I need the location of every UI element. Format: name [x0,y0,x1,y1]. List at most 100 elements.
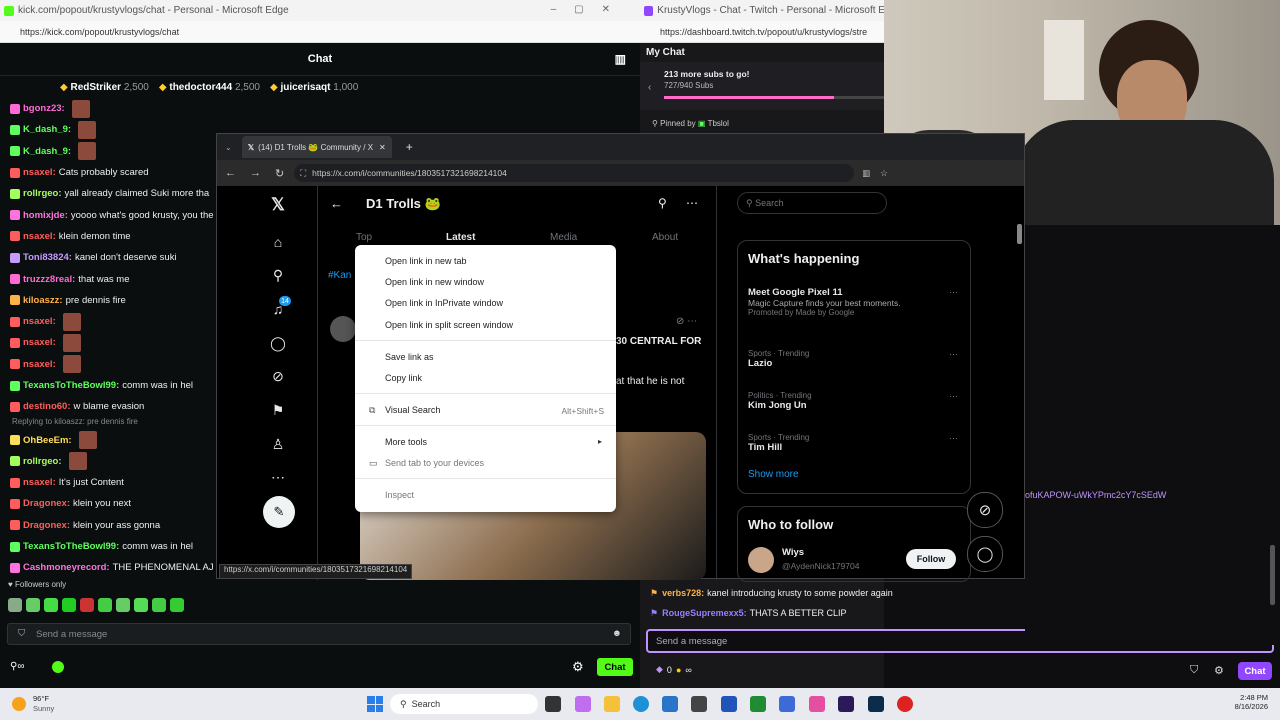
chat-username[interactable]: Dragonex: [23,498,70,509]
app4-icon[interactable] [897,696,913,712]
emote-icon[interactable] [134,598,148,612]
menu-inspect[interactable]: Inspect [385,485,414,505]
kick-urlbar[interactable]: https://kick.com/popout/krustyvlogs/chat [0,21,640,43]
refresh-icon[interactable]: ↻ [275,167,284,180]
users-icon[interactable]: ▥ [615,52,626,66]
x-logo-icon[interactable]: 𝕏 [269,195,287,214]
chat-username[interactable]: homixjde: [23,210,68,221]
grok-float-icon[interactable]: ⊘ [967,492,1003,528]
mod-shield-icon[interactable]: ⛉ [1190,664,1198,677]
follow-name[interactable]: Wiys [782,547,804,558]
menu-open-split-screen[interactable]: Open link in split screen window [385,315,513,335]
weather-desc[interactable]: Sunny [33,704,54,713]
community-tab-about[interactable]: About [652,232,678,243]
file-explorer-icon[interactable] [604,696,620,712]
community-more-icon[interactable]: ⋯ [686,196,698,210]
trend-name[interactable]: Lazio [748,358,958,369]
x-address-field[interactable]: ⛶ https://x.com/i/communities/1803517321… [294,164,855,182]
trend-name[interactable]: Meet Google Pixel 11 [748,287,958,298]
show-more-link[interactable]: Show more [748,469,799,480]
chat-username[interactable]: nsaxel: [23,359,56,370]
taskview-icon[interactable] [545,696,561,712]
premiere-icon[interactable] [838,696,854,712]
chat-username[interactable]: OhBeeEm: [23,435,72,446]
trend-name[interactable]: Kim Jong Un [748,400,958,411]
messages-icon[interactable]: ◯ [269,334,287,352]
menu-open-new-tab[interactable]: Open link in new tab [385,251,467,271]
trend-more-icon[interactable]: ⋯ [949,349,958,360]
reader-icon[interactable]: ▥ [862,168,870,179]
chat-username[interactable]: nsaxel: [23,477,56,488]
chat-username[interactable]: TexansToTheBowl99: [23,541,119,552]
kick-k-icon[interactable] [52,661,64,673]
trend-more-icon[interactable]: ⋯ [949,391,958,402]
favorites-icon[interactable]: ☆ [880,168,888,179]
emote-icon[interactable] [98,598,112,612]
compose-post-button[interactable]: ✎ [263,496,295,528]
channel-points[interactable]: ◆ 0 ● ∞ [656,664,692,675]
trend-item[interactable]: Meet Google Pixel 11 Magic Capture finds … [748,287,958,317]
twitch-url[interactable]: https://dashboard.twitch.tv/popout/u/kru… [660,27,867,37]
app-icon[interactable] [691,696,707,712]
forward-icon[interactable]: → [250,167,261,179]
kick-links-icon[interactable]: ⚲∞ [10,661,24,672]
chat-username[interactable]: nsaxel: [23,231,56,242]
emote-row[interactable] [8,598,184,612]
bookmarks-icon[interactable]: ⚑ [269,401,287,419]
menu-open-inprivate[interactable]: Open link in InPrivate window [385,293,503,313]
menu-open-new-window[interactable]: Open link in new window [385,272,484,292]
xbox-icon[interactable] [750,696,766,712]
scrollbar[interactable] [1270,545,1275,605]
taskbar-search[interactable]: ⚲ Search [390,694,538,714]
chat-username[interactable]: rollrgeo: [23,188,62,199]
weather-temp[interactable]: 96°F [33,694,49,703]
x-tab[interactable]: 𝕏 (14) D1 Trolls 🐸 Community / X ✕ [241,136,392,158]
tab-menu-icon[interactable]: ⌄ [225,143,232,152]
follow-button[interactable]: Follow [906,549,956,569]
follow-avatar[interactable] [748,547,774,573]
settings-gear-icon[interactable]: ⚙ [572,659,584,675]
weather-sun-icon[interactable] [12,697,26,711]
start-icon[interactable] [367,696,383,712]
menu-more-tools[interactable]: More tools [385,432,427,452]
emote-icon[interactable] [44,598,58,612]
chat-username[interactable]: nsaxel: [23,167,56,178]
gifter-item[interactable]: ◆ juicerisaqt 1,000 [270,82,358,93]
grok-icon[interactable]: ⊘ [269,367,287,385]
trend-more-icon[interactable]: ⋯ [949,433,958,444]
explore-search-icon[interactable]: ⚲ [269,266,287,284]
x-search-input[interactable]: ⚲ Search [737,192,887,214]
chat-username[interactable]: Cashmoneyrecord: [23,562,110,573]
kick-chat-button[interactable]: Chat [597,658,633,676]
emote-icon[interactable] [152,598,166,612]
emote-icon[interactable] [170,598,184,612]
twitch-chat-link[interactable]: ofuKAPOW-uWkYPmc2cY7cSEdW [1025,490,1166,500]
emote-icon[interactable] [62,598,76,612]
x-scrollbar[interactable] [1017,224,1022,244]
twitch-urlbar[interactable]: https://dashboard.twitch.tv/popout/u/kru… [640,21,884,43]
emote-icon[interactable] [116,598,130,612]
close-tab-icon[interactable]: ✕ [379,143,386,152]
kick-send-message-input[interactable]: Send a message ⛉ ☻ [7,623,631,645]
twitch-settings-icon[interactable]: ⚙ [1214,664,1224,677]
community-tab-latest[interactable]: Latest [446,232,475,243]
emote-icon[interactable] [26,598,40,612]
twitch-chat-button[interactable]: Chat [1238,662,1272,680]
gifter-item[interactable]: ◆ RedStriker 2,500 [60,82,149,93]
chat-username[interactable]: nsaxel: [23,337,56,348]
chat-username[interactable]: Toni83824: [23,252,72,263]
copilot-icon[interactable] [575,696,591,712]
x-url[interactable]: https://x.com/i/communities/180351732169… [312,168,507,178]
trend-name[interactable]: Tim Hill [748,442,958,453]
emoji-icon[interactable]: ☻ [612,628,622,639]
post-more-icon[interactable]: ⊘ ⋯ [676,316,697,327]
chat-username[interactable]: K_dash_9: [23,124,71,135]
community-tab-media[interactable]: Media [550,232,577,243]
trend-item[interactable]: Sports · Trending Tim Hill ⋯ [748,433,958,453]
new-tab-icon[interactable]: + [406,140,413,154]
emote-icon[interactable] [8,598,22,612]
edge-icon[interactable] [633,696,649,712]
twitch-username[interactable]: verbs728: [662,588,704,598]
chat-username[interactable]: TexansToTheBowl99: [23,380,119,391]
chat-username[interactable]: destino60: [23,401,71,412]
